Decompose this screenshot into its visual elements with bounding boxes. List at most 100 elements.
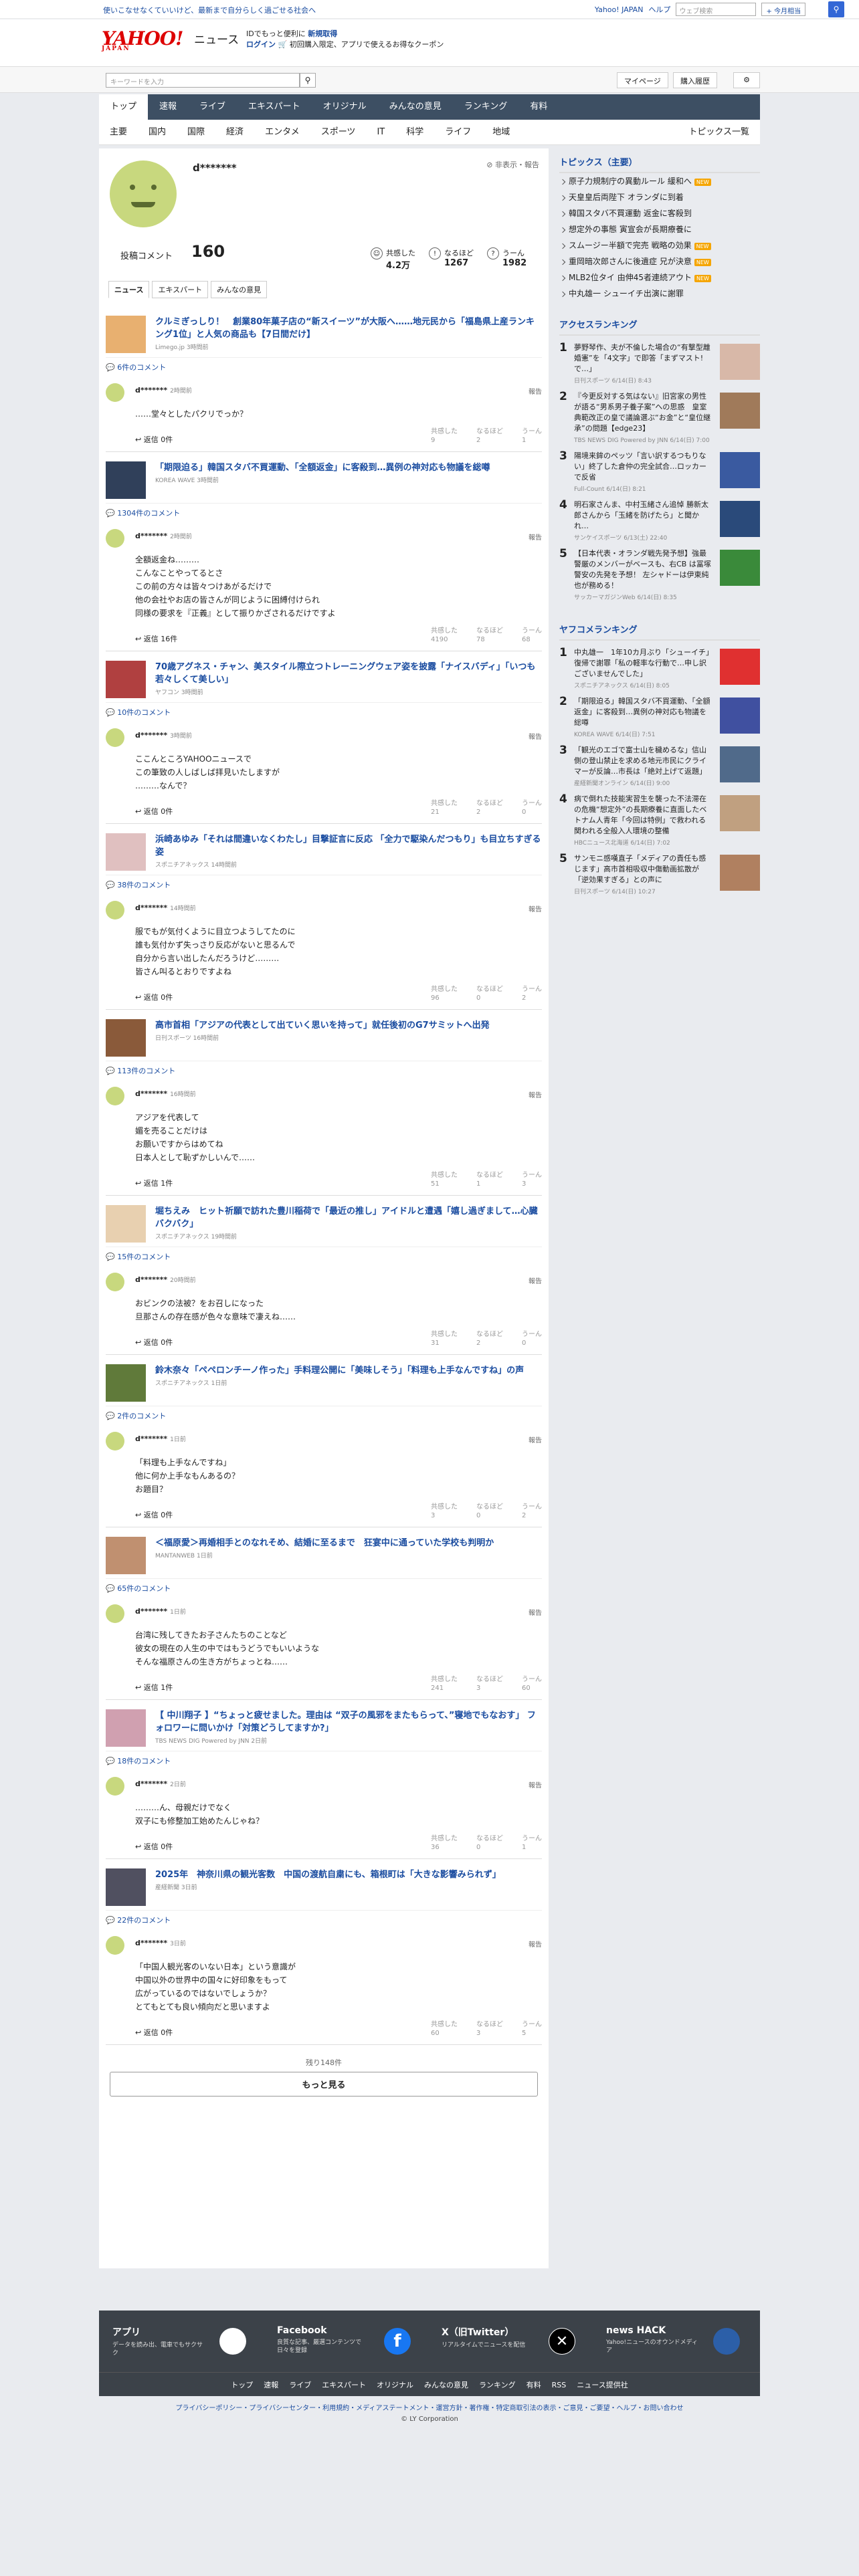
- ranking-item[interactable]: 5 【日本代表・オランダ戦先発予想】強最警厳のメンバーがベースも、右CB は冨塚警…: [559, 542, 760, 601]
- ranking-item[interactable]: 2 『今更反対する気はない』旧宮家の男性が語る“男系男子養子案”への思惑 皇室典範…: [559, 385, 760, 444]
- article-title[interactable]: 2025年 神奈川県の観光客数 中国の渡航自粛にも、箱根町は「大きな影響みられず…: [155, 1868, 542, 1881]
- comment-user[interactable]: d******* 2時間前: [135, 532, 192, 540]
- topic-item[interactable]: 天皇皇后両陛下 オランダに到着: [559, 189, 760, 205]
- report-button[interactable]: 報告: [529, 386, 542, 396]
- empathy-button[interactable]: 共感した 241: [431, 1675, 458, 1693]
- rank-title[interactable]: 夢野琴作、夫が不倫した場合の“有撃型離婚憲”を「4文字」で即答「まずマスト!で……: [574, 342, 713, 374]
- comment-user[interactable]: d******* 1日前: [135, 1607, 186, 1616]
- register-link[interactable]: 新規取得: [308, 29, 337, 38]
- article-title[interactable]: クルミぎっしり！ 創業80年菓子店の“新スイーツ”が大阪へ……地元民から「福島県…: [155, 316, 542, 341]
- report-button[interactable]: 報告: [529, 1607, 542, 1617]
- tab-expert[interactable]: エキスパート: [152, 281, 209, 298]
- reply-button[interactable]: ↩ 返信 1件: [135, 1682, 173, 1693]
- article-link[interactable]: 堀ちえみ ヒット祈願で訪れた豊川稲荷で「最近の推し」アイドルと遭遇「嬉し過ぎまし…: [106, 1196, 542, 1247]
- article-link[interactable]: クルミぎっしり！ 創業80年菓子店の“新スイーツ”が大阪へ……地元民から「福島県…: [106, 306, 542, 357]
- article-title[interactable]: 70歳アグネス・チャン、美スタイル際立つトレーニングウェア姿を披露「ナイスバディ…: [155, 661, 542, 686]
- comment-user[interactable]: d******* 14時間前: [135, 903, 196, 912]
- ranking-item[interactable]: 4 明石家さんま、中村玉緒さん追悼 勝新太郎さんから「玉緒を防げたら」と聞かれ… サ…: [559, 493, 760, 542]
- insight-button[interactable]: なるほど 2: [476, 1330, 503, 1348]
- mypage-button[interactable]: マイページ: [617, 72, 668, 88]
- comment-count-link[interactable]: 💬 10件のコメント: [106, 702, 542, 722]
- insight-button[interactable]: なるほど 0: [476, 1503, 503, 1520]
- yahoo-logo[interactable]: YAHOO! JAPAN: [102, 27, 183, 52]
- rank-title[interactable]: 【日本代表・オランダ戦先発予想】強最警厳のメンバーがベースも、右CB は冨塚警安…: [574, 548, 713, 591]
- comment-count-link[interactable]: 💬 1304件のコメント: [106, 503, 542, 522]
- report-button[interactable]: 報告: [529, 532, 542, 542]
- footer-link[interactable]: オリジナル: [377, 2381, 413, 2389]
- article-link[interactable]: 高市首相「アジアの代表として出ていく思いを持って」就任後初のG7サミットへ出発 …: [106, 1010, 542, 1061]
- ranking-item[interactable]: 3 陽境来鉾のペッツ「言い訳するつもりない」終了した倉仲の完全試合…ロッカーで反省…: [559, 444, 760, 493]
- cat-it[interactable]: IT: [366, 120, 395, 144]
- comment-count-link[interactable]: 💬 15件のコメント: [106, 1247, 542, 1266]
- hmm-button[interactable]: うーん 0: [522, 799, 542, 817]
- insight-button[interactable]: なるほど 2: [476, 427, 503, 445]
- hmm-button[interactable]: うーん 68: [522, 627, 542, 644]
- top-promo-link[interactable]: 使いこなせなくていいけど、最新まで自分らしく過ごせる社会へ: [103, 5, 316, 15]
- nav-original[interactable]: オリジナル: [312, 94, 378, 120]
- cat-sports[interactable]: スポーツ: [310, 120, 367, 144]
- footer-link[interactable]: ランキング: [479, 2381, 516, 2389]
- article-link[interactable]: 70歳アグネス・チャン、美スタイル際立つトレーニングウェア姿を披露「ナイスバディ…: [106, 651, 542, 702]
- article-link[interactable]: 2025年 神奈川県の観光客数 中国の渡航自粛にも、箱根町は「大きな影響みられず…: [106, 1859, 542, 1910]
- ranking-item[interactable]: 5 サンモニ感嘆直子「メディアの責任も感じます」高市首相吸収中傷動画拡散が「逆効果…: [559, 847, 760, 895]
- hmm-button[interactable]: うーん 1: [522, 1834, 542, 1852]
- footer-link[interactable]: ライブ: [289, 2381, 311, 2389]
- reply-button[interactable]: ↩ 返信 0件: [135, 1841, 173, 1852]
- article-title[interactable]: ＜福原愛＞再婚相手とのなれそめ、結婚に至るまで 狂宴中に通っていた学校も判明か: [155, 1537, 542, 1549]
- hmm-button[interactable]: うーん 3: [522, 1171, 542, 1188]
- comment-count-link[interactable]: 💬 113件のコメント: [106, 1061, 542, 1080]
- article-title[interactable]: 高市首相「アジアの代表として出ていく思いを持って」就任後初のG7サミットへ出発: [155, 1019, 542, 1032]
- topic-item[interactable]: 中丸雄一 シューイチ出演に謝罪: [559, 286, 760, 302]
- rank-title[interactable]: 陽境来鉾のペッツ「言い訳するつもりない」終了した倉仲の完全試合…ロッカーで反省: [574, 451, 713, 483]
- report-button[interactable]: 報告: [529, 1780, 542, 1790]
- article-link[interactable]: 鈴木奈々「ペペロンチーノ作った」手料理公開に「美味しそう」「料理も上手なんですね…: [106, 1355, 542, 1406]
- cat-local[interactable]: 地域: [482, 120, 520, 144]
- comment-user[interactable]: d******* 3時間前: [135, 731, 192, 740]
- monthly-button[interactable]: + 今月相当: [761, 3, 805, 16]
- footer-link[interactable]: エキスパート: [322, 2381, 366, 2389]
- nav-opinions[interactable]: みんなの意見: [378, 94, 453, 120]
- insight-button[interactable]: なるほど 0: [476, 1834, 503, 1852]
- ranking-item[interactable]: 4 病で倒れた技能実習生を襲った不法滞在の危機“想定外”の長期療養に直面したベトナ…: [559, 787, 760, 847]
- empathy-button[interactable]: 共感した 36: [431, 1834, 458, 1852]
- nav-top[interactable]: トップ: [99, 94, 149, 120]
- hmm-button[interactable]: うーん 1: [522, 427, 542, 445]
- article-title[interactable]: 鈴木奈々「ペペロンチーノ作った」手料理公開に「美味しそう」「料理も上手なんですね…: [155, 1364, 542, 1377]
- reply-button[interactable]: ↩ 返信 0件: [135, 1509, 173, 1520]
- article-title[interactable]: 浜崎あゆみ「それは間違いなくわたし」目撃証言に反応 「全力で駆染んだつもり」も目…: [155, 833, 542, 859]
- cat-science[interactable]: 科学: [395, 120, 434, 144]
- report-button[interactable]: 報告: [529, 1089, 542, 1099]
- footer-facebook[interactable]: Facebook 良質な記事、厳選コンテンツで日々を登録 f: [277, 2325, 424, 2355]
- article-title[interactable]: 「期限迫る」韓国スタバ不買運動、「全額返金」に客殺到…異例の神対応も物議を総噂: [155, 461, 542, 474]
- reply-button[interactable]: ↩ 返信 0件: [135, 2027, 173, 2038]
- reply-button[interactable]: ↩ 返信 0件: [135, 992, 173, 1002]
- empathy-button[interactable]: 共感した 9: [431, 427, 458, 445]
- nav-ranking[interactable]: ランキング: [453, 94, 519, 120]
- load-more-button[interactable]: もっと見る: [110, 2072, 538, 2097]
- nav-paid[interactable]: 有料: [518, 94, 559, 120]
- article-title[interactable]: 堀ちえみ ヒット祈願で訪れた豊川稲荷で「最近の推し」アイドルと遭遇「嬉し過ぎまし…: [155, 1205, 542, 1230]
- insight-button[interactable]: なるほど 78: [476, 627, 503, 644]
- rank-title[interactable]: 中丸雄一 1年10カ月ぶり「シューイチ」復帰で謝罪「私の軽率な行動で…申し訳ござ…: [574, 647, 713, 679]
- comment-count-link[interactable]: 💬 2件のコメント: [106, 1406, 542, 1425]
- hmm-button[interactable]: うーん 0: [522, 1330, 542, 1348]
- comment-user[interactable]: d******* 2時間前: [135, 386, 192, 395]
- reply-button[interactable]: ↩ 返信 16件: [135, 633, 177, 644]
- tab-news[interactable]: ニュース: [108, 281, 150, 298]
- article-link[interactable]: 浜崎あゆみ「それは間違いなくわたし」目撃証言に反応 「全力で駆染んだつもり」も目…: [106, 824, 542, 875]
- topics-list-link[interactable]: トピックス一覧: [678, 120, 760, 144]
- hmm-button[interactable]: うーん 60: [522, 1675, 542, 1693]
- insight-button[interactable]: なるほど 3: [476, 1675, 503, 1693]
- nav-live[interactable]: ライブ: [188, 94, 237, 120]
- footer-link[interactable]: 有料: [527, 2381, 541, 2389]
- insight-button[interactable]: なるほど 3: [476, 2020, 503, 2038]
- empathy-button[interactable]: 共感した 4190: [431, 627, 458, 644]
- footer-link[interactable]: ニュース提供社: [577, 2381, 628, 2389]
- report-button[interactable]: 報告: [529, 1275, 542, 1285]
- rank-title[interactable]: 「観光のエゴで富士山を穢めるな」信山側の登山禁止を求める地元市民にクライマーが反…: [574, 745, 713, 777]
- comment-user[interactable]: d******* 1日前: [135, 1434, 186, 1443]
- report-button[interactable]: 報告: [529, 903, 542, 914]
- rank-title[interactable]: サンモニ感嘆直子「メディアの責任も感じます」高市首相吸収中傷動画拡散が「逆効果す…: [574, 853, 713, 885]
- settings-button[interactable]: ⚙: [733, 72, 760, 88]
- empathy-button[interactable]: 共感した 60: [431, 2020, 458, 2038]
